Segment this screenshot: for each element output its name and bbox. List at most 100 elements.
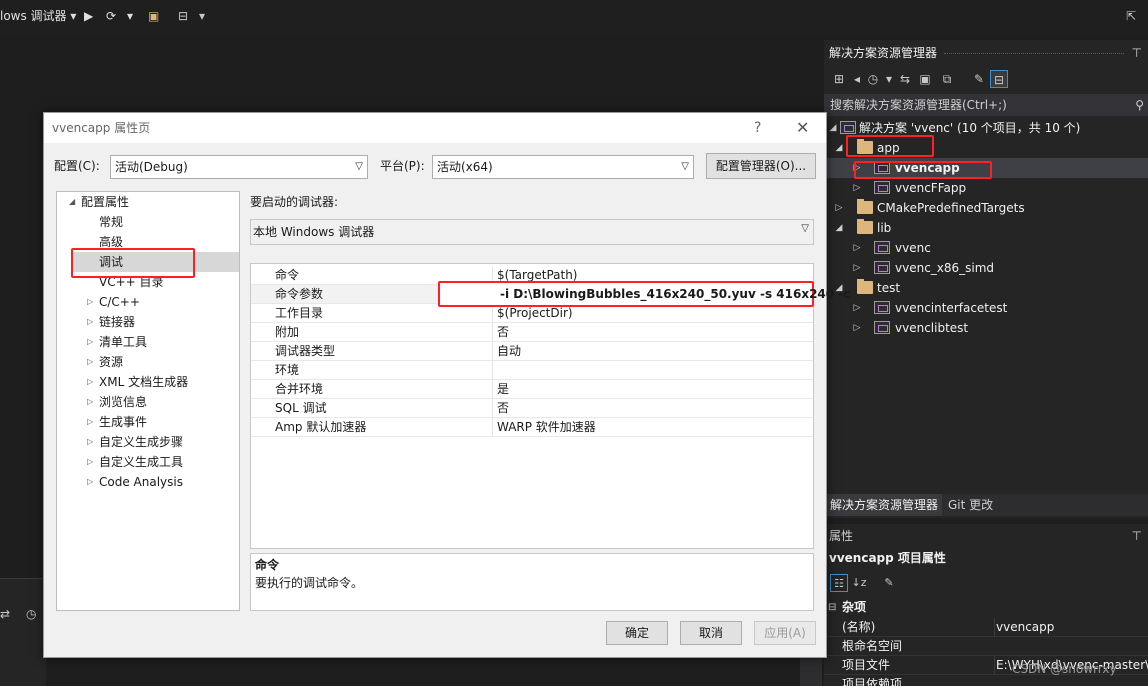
- search-icon: ⚲: [1135, 98, 1144, 112]
- config-manager-button[interactable]: 配置管理器(O)...: [706, 153, 816, 179]
- tree-item-browse-info[interactable]: ▷ 浏览信息: [87, 392, 147, 412]
- solution-explorer-search-input[interactable]: 搜索解决方案资源管理器(Ctrl+;) ⚲: [824, 94, 1148, 116]
- property-row-name[interactable]: (名称) vvencapp: [824, 618, 1148, 637]
- project-icon: [874, 321, 890, 334]
- tree-item-general[interactable]: 常规: [99, 212, 123, 232]
- project-icon: [874, 301, 890, 314]
- hot-reload-icon[interactable]: ⟳: [106, 6, 116, 26]
- show-all-files-icon[interactable]: ⧉: [938, 70, 956, 88]
- platform-label: 平台(P):: [380, 159, 425, 173]
- dropdown-icon[interactable]: ▾: [199, 6, 205, 26]
- dropdown-icon[interactable]: ▾: [127, 6, 133, 26]
- solution-explorer-toolbar: ⊞ ◂ ◷ ▾ ⇆ ▣ ⧉ ✎ ⊟: [824, 66, 1148, 92]
- pin-icon[interactable]: ⊤: [1132, 526, 1142, 546]
- close-icon[interactable]: ✕: [796, 113, 812, 143]
- share-icon[interactable]: ⇱: [1126, 6, 1136, 26]
- property-pages-wrench-icon[interactable]: ✎: [880, 574, 898, 592]
- tree-project-vvencffapp[interactable]: ▷ vvencFFapp: [824, 178, 1148, 198]
- window-layout-icon[interactable]: ⊟: [178, 6, 188, 26]
- folder-icon: [857, 279, 873, 294]
- annotation-box-app: [846, 135, 934, 157]
- help-icon[interactable]: ?: [754, 113, 770, 143]
- project-icon: [874, 261, 890, 274]
- tree-item-xml-doc-generator[interactable]: ▷ XML 文档生成器: [87, 372, 188, 392]
- properties-object-name: vvencapp 项目属性: [829, 551, 946, 565]
- start-debugging-icon[interactable]: ▶: [84, 6, 93, 26]
- tree-item-config-properties[interactable]: ◢ 配置属性: [69, 192, 129, 212]
- properties-title: 属性 ⊤: [824, 526, 1148, 546]
- output-panel-strip: ⇄ ◷: [0, 578, 46, 686]
- property-row-root-namespace[interactable]: 根命名空间: [824, 637, 1148, 656]
- grid-row-sql-debugging[interactable]: SQL 调试否: [251, 399, 813, 418]
- solution-explorer: 解决方案资源管理器 ⊤ ⊞ ◂ ◷ ▾ ⇆ ▣ ⧉ ✎ ⊟ 搜索解决方案资源管理…: [824, 40, 1148, 518]
- chevron-down-icon: ▽: [801, 223, 809, 234]
- config-label: 配置(C):: [54, 159, 100, 173]
- open-folder-icon[interactable]: ▣: [148, 6, 159, 26]
- project-icon: [874, 181, 890, 194]
- tree-item-manifest-tool[interactable]: ▷ 清单工具: [87, 332, 147, 352]
- tree-project-vvenc-x86-simd[interactable]: ▷ vvenc_x86_simd: [824, 258, 1148, 278]
- folder-icon: [857, 219, 873, 234]
- collapse-all-icon[interactable]: ▣: [916, 70, 934, 88]
- grid-row-merge-environment[interactable]: 合并环境是: [251, 380, 813, 399]
- tree-item-custom-build-step[interactable]: ▷ 自定义生成步骤: [87, 432, 183, 452]
- tree-project-vvenc[interactable]: ▷ vvenc: [824, 238, 1148, 258]
- tab-solution-explorer[interactable]: 解决方案资源管理器: [826, 494, 943, 516]
- tree-project-vvenclibtest[interactable]: ▷ vvenclibtest: [824, 318, 1148, 338]
- tree-item-code-analysis[interactable]: ▷ Code Analysis: [87, 472, 183, 492]
- ok-button[interactable]: 确定: [606, 621, 668, 645]
- switch-views-icon[interactable]: ⊞: [830, 70, 848, 88]
- description-title: 命令: [255, 558, 280, 572]
- tree-item-linker[interactable]: ▷ 链接器: [87, 312, 135, 332]
- ide-toolbar: lows 调试器 ▾ ▶ ⟳ ▾ ▣ ⊟ ▾ ⇱: [0, 0, 1148, 34]
- explorer-tab-strip: 解决方案资源管理器 Git 更改: [824, 494, 1148, 516]
- annotation-box-debugging: [71, 248, 195, 278]
- tree-project-vvencinterfacetest[interactable]: ▷ vvencinterfacetest: [824, 298, 1148, 318]
- config-select[interactable]: 活动(Debug) ▽: [110, 155, 368, 179]
- tree-folder-lib[interactable]: ◢ lib: [824, 218, 1148, 238]
- dialog-title: vvencapp 属性页: [44, 113, 826, 143]
- watermark: CSDN @snowrrxy: [1012, 662, 1117, 676]
- tree-item-build-events[interactable]: ▷ 生成事件: [87, 412, 147, 432]
- sync-icon[interactable]: ⇆: [896, 70, 914, 88]
- tree-folder-cmakepredefinedtargets[interactable]: ▷ CMakePredefinedTargets: [824, 198, 1148, 218]
- platform-select[interactable]: 活动(x64) ▽: [432, 155, 694, 179]
- properties-category[interactable]: ⊟ 杂项: [824, 598, 1148, 617]
- solution-icon: [840, 121, 856, 134]
- chevron-down-icon: ▽: [355, 161, 363, 172]
- tab-git-changes[interactable]: Git 更改: [944, 494, 997, 516]
- grid-row-attach[interactable]: 附加否: [251, 323, 813, 342]
- pin-icon[interactable]: ⊤: [1132, 42, 1142, 64]
- apply-button[interactable]: 应用(A): [754, 621, 816, 645]
- annotation-box-vvencapp: [854, 161, 992, 179]
- command-args-input[interactable]: -i D:\BlowingBubbles_416x240_50.yuv -s 4…: [438, 281, 850, 307]
- grid-row-environment[interactable]: 环境: [251, 361, 813, 380]
- preview-icon[interactable]: ⊟: [990, 70, 1008, 88]
- tree-item-custom-build-tool[interactable]: ▷ 自定义生成工具: [87, 452, 183, 472]
- properties-toolbar: ☷ ↓z ✎: [824, 572, 1148, 594]
- config-tree: ◢ 配置属性 常规 高级 调试 VC++ 目录 ▷ C/C++ ▷ 链接器 ▷ 清单工具…: [56, 191, 240, 611]
- debugger-select[interactable]: 本地 Windows 调试器 ▽: [250, 219, 814, 245]
- folder-icon: [857, 199, 873, 214]
- property-row-project-dependencies[interactable]: 项目依赖项: [824, 675, 1148, 686]
- cancel-button[interactable]: 取消: [680, 621, 742, 645]
- solution-explorer-title: 解决方案资源管理器 ⊤: [824, 42, 1148, 64]
- alphabetical-icon[interactable]: ↓z: [850, 574, 868, 592]
- branch-icon[interactable]: ⇄: [0, 607, 10, 621]
- grid-row-debugger-type[interactable]: 调试器类型 自动: [251, 342, 813, 361]
- description-text: 要执行的调试命令。: [255, 576, 364, 590]
- debugger-target-dropdown[interactable]: lows 调试器 ▾: [0, 6, 76, 26]
- chevron-down-icon: ▾: [70, 9, 77, 23]
- clock-icon[interactable]: ◷: [26, 607, 36, 621]
- properties-wrench-icon[interactable]: ✎: [970, 70, 988, 88]
- project-icon: [874, 241, 890, 254]
- tree-item-c-cpp[interactable]: ▷ C/C++: [87, 292, 140, 312]
- description-panel: 命令 要执行的调试命令。: [250, 553, 814, 611]
- chevron-down-icon: ▽: [681, 161, 689, 172]
- grid-row-amp-accelerator[interactable]: Amp 默认加速器 WARP 软件加速器: [251, 418, 813, 437]
- categorized-icon[interactable]: ☷: [830, 574, 848, 592]
- debugger-to-launch-label: 要启动的调试器:: [250, 195, 339, 209]
- property-pages-dialog: vvencapp 属性页 ? ✕ 配置(C): 活动(Debug) ▽ 平台(P…: [43, 112, 827, 658]
- tree-item-resources[interactable]: ▷ 资源: [87, 352, 123, 372]
- tree-folder-test[interactable]: ◢ test: [824, 278, 1148, 298]
